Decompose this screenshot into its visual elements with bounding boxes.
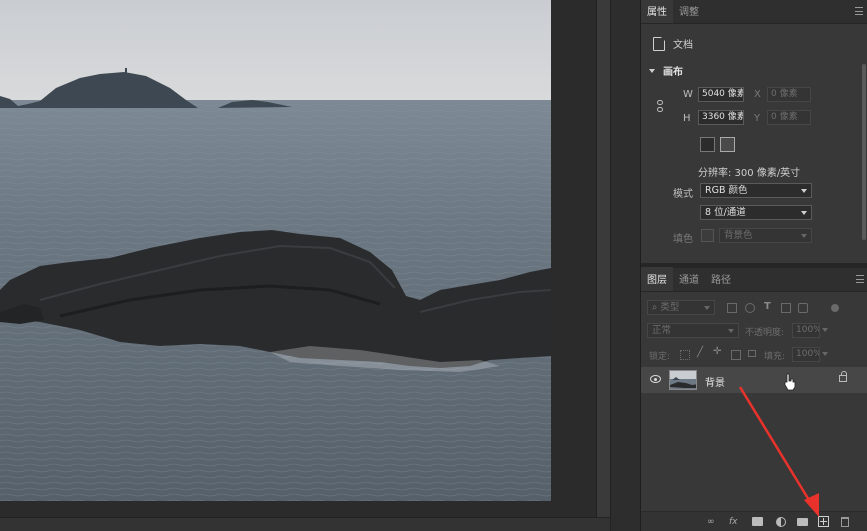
landscape-orientation-button[interactable]: [720, 137, 735, 152]
y-label: Y: [754, 113, 761, 124]
filter-toggle-icon[interactable]: [831, 304, 839, 312]
chevron-down-icon: [704, 306, 710, 310]
lock-artboard-icon[interactable]: [731, 350, 741, 360]
tab-properties[interactable]: 属性: [641, 0, 673, 23]
chevron-down-icon[interactable]: [822, 328, 828, 332]
folder-icon[interactable]: [797, 518, 808, 526]
tab-paths[interactable]: 路径: [705, 267, 737, 291]
canvas-vertical-scrollbar[interactable]: [596, 0, 610, 517]
opacity-label: 不透明度:: [745, 328, 785, 338]
tab-adjustments[interactable]: 调整: [673, 0, 705, 23]
panel-menu-icon[interactable]: [855, 7, 863, 15]
adjustment-filter-icon[interactable]: [745, 303, 755, 313]
panel-menu-icon[interactable]: [856, 275, 864, 283]
x-field[interactable]: 0 像素: [767, 87, 811, 102]
layer-row-background[interactable]: 背景: [641, 367, 867, 393]
seascape-photo: [0, 0, 551, 501]
portrait-orientation-button[interactable]: [700, 137, 715, 152]
chevron-down-icon: [801, 234, 807, 238]
chevron-down-icon: [801, 211, 807, 215]
document-row: 文档: [653, 36, 693, 51]
resolution-text: 分辨率: 300 像素/英寸: [698, 168, 801, 179]
fill-opacity-field[interactable]: 100%: [792, 347, 820, 362]
lock-icon: [839, 371, 847, 382]
lock-position-icon[interactable]: ✛: [713, 346, 721, 357]
search-icon: ⌕: [652, 302, 658, 313]
pixel-filter-icon[interactable]: [727, 303, 737, 313]
lock-all-icon[interactable]: [748, 350, 756, 357]
right-panel-dock: 属性 调整 文档 画布 W 5040 像素 X 0 像素 H 3360 像素 Y…: [640, 0, 867, 531]
canvas-section-title: 画布: [663, 67, 683, 78]
fill-color-select[interactable]: 背景色: [719, 228, 812, 243]
blend-mode-value: 正常: [652, 325, 672, 336]
properties-scrollbar[interactable]: [862, 64, 866, 240]
opacity-field[interactable]: 100%: [792, 323, 820, 338]
bit-depth-select[interactable]: 8 位/通道: [700, 205, 812, 220]
fx-icon[interactable]: fx: [729, 517, 738, 527]
lock-label: 锁定:: [649, 352, 671, 362]
layer-thumbnail[interactable]: [669, 370, 697, 390]
tab-layers[interactable]: 图层: [641, 267, 673, 291]
lock-pixels-icon[interactable]: ╱: [697, 347, 703, 358]
chevron-down-icon: [728, 329, 734, 333]
layer-name[interactable]: 背景: [705, 374, 725, 389]
y-field[interactable]: 0 像素: [767, 110, 811, 125]
layer-filter-value: 类型: [660, 302, 680, 313]
document-label: 文档: [673, 40, 693, 51]
properties-tabbar: 属性 调整: [641, 0, 867, 24]
fill-opacity-label: 填充:: [764, 352, 786, 362]
mask-icon[interactable]: [752, 517, 763, 526]
height-field[interactable]: 3360 像素: [698, 110, 744, 125]
fill-color-label: 填色: [673, 234, 693, 245]
chevron-down-icon[interactable]: [649, 68, 655, 73]
color-mode-select[interactable]: RGB 颜色: [700, 183, 812, 198]
type-filter-icon[interactable]: T: [764, 301, 771, 312]
color-mode-value: RGB 颜色: [705, 185, 748, 196]
height-label: H: [683, 113, 691, 124]
x-label: X: [754, 89, 761, 100]
layers-bottom-toolbar: ∞ fx: [641, 511, 867, 531]
mode-label: 模式: [673, 189, 693, 200]
link-proportions-icon[interactable]: [657, 100, 663, 112]
lock-transparent-icon[interactable]: [680, 350, 690, 360]
document-image[interactable]: [0, 0, 551, 501]
smart-object-filter-icon[interactable]: [798, 303, 808, 313]
chevron-down-icon: [801, 189, 807, 193]
link-icon[interactable]: ∞: [707, 517, 715, 527]
eye-icon[interactable]: [650, 375, 661, 383]
photoshop-window: 属性 调整 文档 画布 W 5040 像素 X 0 像素 H 3360 像素 Y…: [0, 0, 867, 531]
document-icon: [653, 36, 665, 51]
trash-icon[interactable]: [841, 517, 849, 527]
panel-gutter: [610, 0, 640, 531]
mouse-pointer-icon: [784, 373, 796, 391]
status-bar: [0, 517, 610, 531]
adjustment-icon[interactable]: [776, 517, 786, 527]
canvas-section-header[interactable]: 画布: [649, 63, 683, 78]
fill-color-swatch[interactable]: [701, 229, 714, 242]
layers-tabbar: 图层 通道 路径: [641, 267, 867, 292]
blend-mode-select[interactable]: 正常: [647, 323, 739, 338]
fill-color-value: 背景色: [724, 230, 753, 241]
new-layer-icon[interactable]: [818, 516, 829, 527]
width-label: W: [683, 89, 693, 100]
bit-depth-value: 8 位/通道: [705, 207, 746, 218]
tab-channels[interactable]: 通道: [673, 267, 705, 291]
canvas-area[interactable]: [0, 0, 596, 517]
width-field[interactable]: 5040 像素: [698, 87, 744, 102]
layer-filter-select[interactable]: ⌕ 类型: [647, 300, 715, 315]
chevron-down-icon[interactable]: [822, 352, 828, 356]
shape-filter-icon[interactable]: [781, 303, 791, 313]
